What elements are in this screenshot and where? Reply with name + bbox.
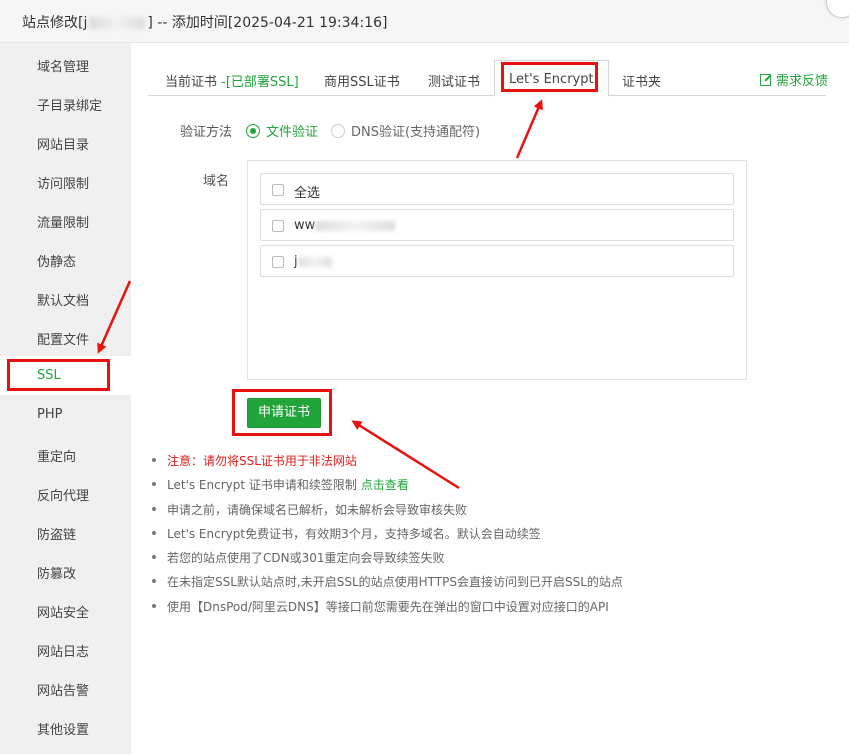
sidebar-item-label: 防篡改: [37, 567, 77, 582]
sidebar-item-label: SSL: [37, 368, 61, 383]
verify-method-label: 验证方法: [180, 125, 233, 140]
sidebar-item-label: PHP: [37, 407, 63, 422]
tab-cert-folder[interactable]: 证书夹: [622, 60, 661, 96]
tab-letsencrypt-label: Let's Encrypt: [509, 72, 594, 87]
dialog-title-bar: 站点修改[j ] -- 添加时间[2025-04-21 19:34:16]: [0, 0, 849, 43]
checkbox[interactable]: [272, 220, 284, 232]
note-text: 在未指定SSL默认站点时,未开启SSL的站点使用HTTPS会直接访问到已开启SS…: [167, 575, 623, 590]
tab-commercial-ssl-label: 商用SSL证书: [324, 75, 400, 90]
sidebar-item-label: 网站日志: [37, 645, 90, 660]
note-text: 申请之前，请确保域名已解析，如未解析会导致审核失败: [167, 502, 468, 517]
note-item: 使用【DnsPod/阿里云DNS】等接口前您需要先在弹出的窗口中设置对应接口的A…: [152, 598, 842, 622]
sidebar-item-php[interactable]: PHP: [0, 395, 131, 434]
radio-dns-verify-label: DNS验证(支持通配符): [351, 125, 481, 140]
feedback-label: 需求反馈: [776, 74, 829, 89]
sidebar-item-label: 流量限制: [37, 216, 90, 231]
sidebar-item-tamper-protection[interactable]: 防篡改: [0, 551, 131, 590]
sidebar-item-label: 其他设置: [37, 723, 90, 738]
sidebar-item-site-alerts[interactable]: 网站告警: [0, 668, 131, 707]
domain-name: j: [294, 254, 332, 269]
sidebar-item-label: 重定向: [37, 450, 77, 465]
sidebar-item-label: 子目录绑定: [37, 99, 103, 114]
radio-file-verify[interactable]: 文件验证: [246, 121, 318, 140]
redacted-domain: [297, 256, 332, 267]
tab-test-cert[interactable]: 测试证书: [428, 60, 480, 96]
sidebar-item-traffic-limit[interactable]: 流量限制: [0, 200, 131, 239]
radio-dot: [331, 124, 345, 138]
domain-list: 全选 ww j: [247, 160, 747, 380]
sidebar-item-label: 网站目录: [37, 138, 90, 153]
tab-cert-folder-label: 证书夹: [622, 75, 662, 90]
note-text: Let's Encrypt 证书申请和续签限制: [167, 478, 361, 493]
dialog-title: 站点修改[j ] -- 添加时间[2025-04-21 19:34:16]: [22, 12, 387, 32]
tab-commercial-ssl[interactable]: 商用SSL证书: [324, 60, 400, 96]
redacted-site-name: [89, 17, 146, 29]
domain-name-prefix: ww: [294, 218, 316, 233]
sidebar-item-hotlink-protection[interactable]: 防盗链: [0, 512, 131, 551]
arrow-to-letsencrypt-tab: [515, 99, 543, 159]
sidebar-item-label: 网站告警: [37, 684, 90, 699]
view-limits-link[interactable]: 点击查看: [361, 478, 409, 492]
note-item: Let's Encrypt免费证书，有效期3个月，支持多域名。默认会自动续签: [152, 525, 842, 549]
select-all-label: 全选: [294, 186, 321, 201]
note-item: Let's Encrypt 证书申请和续签限制 点击查看: [152, 476, 842, 500]
domain-row[interactable]: ww: [260, 209, 734, 241]
edit-icon: [760, 74, 771, 86]
tab-current-cert-status: -[已部署SSL]: [221, 75, 299, 90]
radio-dns-verify[interactable]: DNS验证(支持通配符): [331, 121, 480, 140]
sidebar-item-reverse-proxy[interactable]: 反向代理: [0, 473, 131, 512]
tab-letsencrypt[interactable]: Let's Encrypt: [494, 60, 609, 97]
domain-row[interactable]: j: [260, 245, 734, 277]
note-item: 申请之前，请确保域名已解析，如未解析会导致审核失败: [152, 501, 842, 525]
sidebar-item-other-settings[interactable]: 其他设置: [0, 707, 131, 746]
sidebar-item-label: 默认文档: [37, 294, 90, 309]
sidebar-item-rewrite[interactable]: 伪静态: [0, 239, 131, 278]
checkbox[interactable]: [272, 256, 284, 268]
redacted-domain: [315, 220, 396, 231]
sidebar-item-label: 防盗链: [37, 528, 77, 543]
sidebar-item-ssl[interactable]: SSL: [0, 356, 131, 395]
sidebar-item-redirect[interactable]: 重定向: [0, 434, 131, 473]
sidebar-item-label: 配置文件: [37, 333, 90, 348]
sidebar-item-label: 网站安全: [37, 606, 90, 621]
sidebar-item-label: 反向代理: [37, 489, 90, 504]
feedback-link[interactable]: 需求反馈: [760, 70, 828, 89]
domain-name: ww: [294, 218, 396, 233]
sidebar-item-label: 域名管理: [37, 60, 90, 75]
radio-dot-checked: [246, 124, 260, 138]
ssl-notes: 注意：请勿将SSL证书用于非法网站 Let's Encrypt 证书申请和续签限…: [152, 452, 842, 622]
note-text: Let's Encrypt免费证书，有效期3个月，支持多域名。默认会自动续签: [167, 526, 541, 541]
note-item: 若您的站点使用了CDN或301重定向会导致续签失败: [152, 549, 842, 573]
sidebar-item-config-file[interactable]: 配置文件: [0, 317, 131, 356]
sidebar-item-default-document[interactable]: 默认文档: [0, 278, 131, 317]
ssl-tab-bar: 当前证书 -[已部署SSL] 商用SSL证书 测试证书 Let's Encryp…: [148, 60, 826, 97]
note-text: 使用【DnsPod/阿里云DNS】等接口前您需要先在弹出的窗口中设置对应接口的A…: [167, 599, 609, 614]
tab-test-cert-label: 测试证书: [428, 75, 481, 90]
domain-label: 域名: [203, 174, 230, 189]
sidebar-item-label: 伪静态: [37, 255, 77, 270]
sidebar-item-site-security[interactable]: 网站安全: [0, 590, 131, 629]
note-text: 注意：请勿将SSL证书用于非法网站: [167, 454, 357, 468]
sidebar-item-label: 访问限制: [37, 177, 90, 192]
sidebar-item-subdirectory-binding[interactable]: 子目录绑定: [0, 83, 131, 122]
note-item: 注意：请勿将SSL证书用于非法网站: [152, 452, 842, 476]
radio-file-verify-label: 文件验证: [266, 125, 319, 140]
dialog-title-suffix: ] -- 添加时间[2025-04-21 19:34:16]: [147, 15, 388, 31]
sidebar-item-site-directory[interactable]: 网站目录: [0, 122, 131, 161]
note-item: 在未指定SSL默认站点时,未开启SSL的站点使用HTTPS会直接访问到已开启SS…: [152, 573, 842, 597]
sidebar: 域名管理 子目录绑定 网站目录 访问限制 流量限制 伪静态 默认文档 配置文件 …: [0, 43, 131, 754]
sidebar-item-access-restriction[interactable]: 访问限制: [0, 161, 131, 200]
dialog-title-prefix: 站点修改[j: [22, 15, 88, 31]
checkbox[interactable]: [272, 184, 284, 196]
tab-current-cert[interactable]: 当前证书 -[已部署SSL]: [165, 60, 299, 96]
tab-current-cert-label: 当前证书: [165, 75, 218, 90]
note-text: 若您的站点使用了CDN或301重定向会导致续签失败: [167, 551, 445, 566]
sidebar-item-domain-management[interactable]: 域名管理: [0, 44, 131, 83]
domain-row-select-all[interactable]: 全选: [260, 173, 734, 205]
sidebar-item-site-logs[interactable]: 网站日志: [0, 629, 131, 668]
apply-certificate-button[interactable]: 申请证书: [247, 398, 321, 428]
